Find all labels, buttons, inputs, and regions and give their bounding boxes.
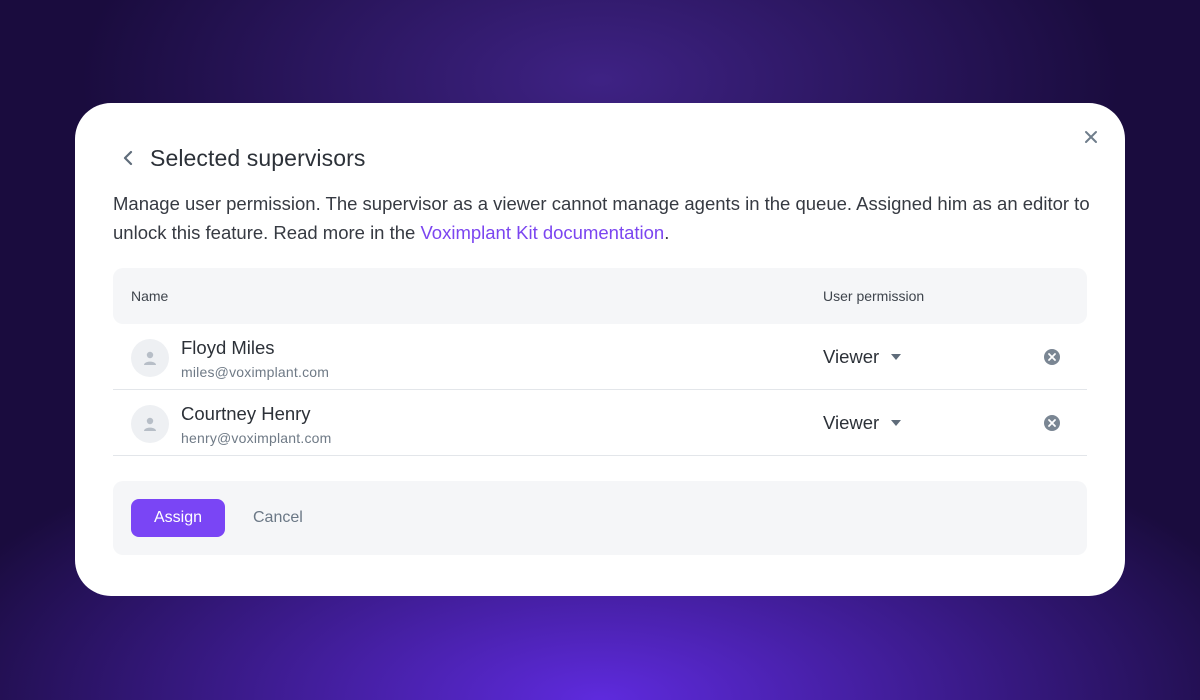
user-name: Courtney Henry — [181, 403, 311, 424]
close-circle-icon — [1044, 415, 1060, 431]
table-row: Courtney Henry henry@voximplant.com View… — [113, 390, 1087, 456]
column-header-permission: User permission — [823, 288, 925, 304]
remove-user-button[interactable] — [1043, 414, 1061, 432]
back-button[interactable] — [117, 143, 139, 173]
documentation-link[interactable]: Voximplant Kit documentation — [420, 222, 664, 243]
user-icon — [144, 417, 156, 431]
selected-supervisors-dialog: Selected supervisors Manage user permiss… — [75, 103, 1125, 596]
dialog-description: Manage user permission. The supervisor a… — [113, 189, 1093, 247]
remove-user-button[interactable] — [1043, 348, 1061, 366]
table-row: Floyd Miles miles@voximplant.com Viewer — [113, 324, 1087, 390]
dialog-footer: Assign Cancel — [113, 481, 1087, 555]
close-button[interactable] — [1081, 127, 1101, 147]
user-icon — [144, 351, 156, 365]
user-name: Floyd Miles — [181, 337, 275, 358]
caret-down-icon — [891, 354, 902, 360]
caret-down-icon — [891, 420, 902, 426]
description-suffix: . — [664, 222, 670, 243]
avatar — [131, 405, 169, 443]
supervisors-table: Name User permission Floyd Miles miles@v… — [113, 268, 1087, 456]
permission-value: Viewer — [823, 346, 880, 367]
close-icon — [1085, 131, 1097, 143]
permission-select[interactable]: Viewer — [823, 412, 902, 434]
table-header: Name User permission — [113, 268, 1087, 324]
column-header-name: Name — [131, 288, 169, 304]
cancel-button[interactable]: Cancel — [253, 499, 303, 537]
permission-value: Viewer — [823, 412, 880, 433]
dialog-title: Selected supervisors — [150, 144, 366, 171]
assign-button[interactable]: Assign — [131, 499, 225, 537]
close-circle-icon — [1044, 349, 1060, 365]
user-email: henry@voximplant.com — [181, 430, 332, 446]
avatar — [131, 339, 169, 377]
chevron-left-icon — [123, 150, 133, 166]
user-email: miles@voximplant.com — [181, 364, 330, 380]
dialog-header: Selected supervisors — [117, 143, 366, 173]
permission-select[interactable]: Viewer — [823, 346, 902, 368]
